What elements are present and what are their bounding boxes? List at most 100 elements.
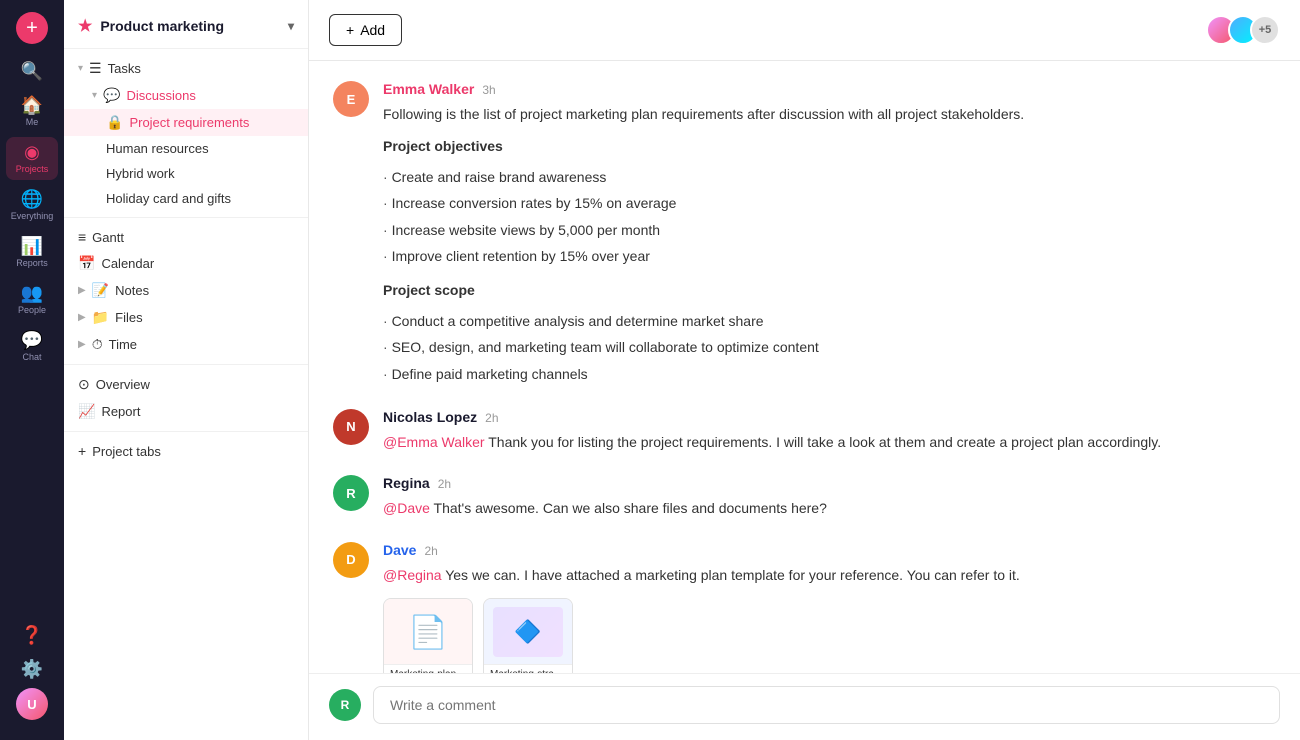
notes-label: Notes	[115, 283, 294, 298]
home-icon: 🏠	[21, 96, 43, 114]
search-discussion-icon[interactable]: 🔍	[279, 89, 294, 103]
nav-item-people[interactable]: 👥 People	[6, 278, 58, 321]
nav-item-me[interactable]: 🏠 Me	[6, 90, 58, 133]
holiday-card-label: Holiday card and gifts	[106, 191, 294, 206]
nav-item-chat-label: Chat	[22, 352, 41, 362]
files-icon: 📁	[92, 309, 109, 326]
notes-icon: 📝	[92, 282, 109, 299]
avatar-regina: R	[333, 475, 369, 511]
sidebar-item-human-resources[interactable]: Human resources	[64, 136, 308, 161]
nav-item-help[interactable]: ❓	[6, 620, 58, 650]
add-button[interactable]: + Add	[329, 14, 402, 46]
pdf-icon: 📄	[408, 613, 448, 651]
time-icon: ⏱	[92, 336, 103, 353]
overview-label: Overview	[96, 377, 294, 392]
sidebar-item-files[interactable]: ▶ 📁 Files	[64, 304, 308, 331]
project-tabs-label: Project tabs	[92, 444, 294, 459]
comment-input[interactable]	[373, 686, 1280, 724]
globe-icon: 🌐	[21, 190, 43, 208]
message-emma-walker: E Emma Walker 3h Following is the list o…	[333, 81, 1276, 387]
message-author-emma: Emma Walker	[383, 81, 474, 97]
files-chevron-icon: ▶	[78, 312, 86, 323]
project-tabs-icon: +	[78, 443, 86, 459]
nav-item-projects[interactable]: ◉ Projects	[6, 137, 58, 180]
sidebar-item-notes[interactable]: ▶ 📝 Notes	[64, 277, 308, 304]
message-text-dave: @Regina Yes we can. I have attached a ma…	[383, 564, 1276, 586]
icon-nav-bottom: ❓ ⚙️ U	[6, 620, 58, 728]
attachment-footer-2: Marketing-stra... Proof this file 2h	[484, 664, 572, 673]
sidebar-item-project-tabs[interactable]: + Project tabs	[64, 438, 308, 464]
sidebar-item-project-requirements[interactable]: 🔒 Project requirements	[64, 109, 308, 136]
sidebar-item-report[interactable]: 📈 Report	[64, 398, 308, 425]
user-avatar[interactable]: U	[16, 688, 48, 720]
projects-icon: ◉	[24, 143, 40, 161]
sidebar-item-hybrid-work[interactable]: Hybrid work	[64, 161, 308, 186]
sidebar-item-time[interactable]: ▶ ⏱ Time	[64, 331, 308, 358]
mention-emma: @Emma Walker	[383, 434, 485, 450]
avatar-nicolas: N	[333, 409, 369, 445]
tasks-icon: ☰	[89, 60, 102, 77]
calendar-label: Calendar	[101, 256, 294, 271]
project-name: Product marketing	[100, 18, 224, 34]
divider-3	[64, 431, 308, 432]
message-content-nicolas: Nicolas Lopez 2h @Emma Walker Thank you …	[383, 409, 1276, 453]
main-header: + Add +5	[309, 0, 1300, 61]
sidebar-item-tasks[interactable]: ▾ ☰ Tasks	[64, 55, 308, 82]
nav-item-people-label: People	[18, 305, 46, 315]
sidebar-section-main: ▾ ☰ Tasks ▾ 💬 Discussions + ⊟ 🔍 🔒 Projec…	[64, 49, 308, 470]
message-header-dave: Dave 2h	[383, 542, 1276, 558]
avatar-dave: D	[333, 542, 369, 578]
project-requirements-label: Project requirements	[129, 115, 294, 130]
divider-2	[64, 364, 308, 365]
message-header-nicolas: Nicolas Lopez 2h	[383, 409, 1276, 425]
reports-icon: 📊	[21, 237, 43, 255]
discussion-area: E Emma Walker 3h Following is the list o…	[309, 61, 1300, 673]
message-time-regina: 2h	[438, 477, 451, 491]
sidebar-item-discussions[interactable]: ▾ 💬 Discussions + ⊟ 🔍	[64, 82, 308, 109]
message-text-emma: Following is the list of project marketi…	[383, 103, 1276, 387]
calendar-icon: 📅	[78, 255, 95, 272]
nav-item-chat[interactable]: 💬 Chat	[6, 325, 58, 368]
sidebar-item-gantt[interactable]: ≡ Gantt	[64, 224, 308, 250]
comment-avatar: R	[329, 689, 361, 721]
attachments: 📄 Marketing-plan... Proof this file 2h 🔷	[383, 598, 1276, 673]
sidebar: ★ Product marketing ▾ ▾ ☰ Tasks ▾ 💬 Disc…	[64, 0, 309, 740]
attachment-thumb-1: 📄	[384, 599, 472, 664]
message-text-regina: @Dave That's awesome. Can we also share …	[383, 497, 1276, 519]
message-regina: R Regina 2h @Dave That's awesome. Can we…	[333, 475, 1276, 519]
sidebar-item-holiday-card[interactable]: Holiday card and gifts	[64, 186, 308, 211]
divider-1	[64, 217, 308, 218]
discussions-label: Discussions	[126, 88, 248, 103]
nav-item-everything[interactable]: 🌐 Everything	[6, 184, 58, 227]
avatar-emma-walker: E	[333, 81, 369, 117]
time-chevron-icon: ▶	[78, 339, 86, 350]
people-icon: 👥	[21, 284, 43, 302]
attachment-card-2[interactable]: 🔷 Marketing-stra... Proof this file 2h	[483, 598, 573, 673]
add-new-button[interactable]: +	[16, 12, 48, 44]
add-button-plus-icon: +	[346, 22, 354, 38]
nav-item-reports[interactable]: 📊 Reports	[6, 231, 58, 274]
message-nicolas-lopez: N Nicolas Lopez 2h @Emma Walker Thank yo…	[333, 409, 1276, 453]
search-icon: 🔍	[21, 62, 43, 80]
sidebar-item-calendar[interactable]: 📅 Calendar	[64, 250, 308, 277]
add-discussion-icon[interactable]: +	[254, 89, 261, 103]
nav-item-settings[interactable]: ⚙️	[6, 654, 58, 684]
discussions-icon: 💬	[103, 87, 120, 104]
icon-nav: + 🔍 🏠 Me ◉ Projects 🌐 Everything 📊 Repor…	[0, 0, 64, 740]
gantt-label: Gantt	[92, 230, 294, 245]
nav-item-everything-label: Everything	[11, 211, 54, 221]
help-icon: ❓	[21, 626, 43, 644]
project-chevron-icon[interactable]: ▾	[288, 19, 294, 33]
mention-dave: @Dave	[383, 500, 430, 516]
gear-icon: ⚙️	[21, 660, 43, 678]
message-time-emma: 3h	[482, 83, 495, 97]
filter-discussion-icon[interactable]: ⊟	[265, 89, 275, 103]
message-header-regina: Regina 2h	[383, 475, 1276, 491]
nav-item-search[interactable]: 🔍	[6, 56, 58, 86]
attachment-card-1[interactable]: 📄 Marketing-plan... Proof this file 2h	[383, 598, 473, 673]
mention-regina: @Regina	[383, 567, 442, 583]
message-text-nicolas: @Emma Walker Thank you for listing the p…	[383, 431, 1276, 453]
honeycomb-icon: 🔷	[493, 607, 563, 657]
comment-input-row: R	[329, 686, 1280, 724]
sidebar-item-overview[interactable]: ⊙ Overview	[64, 371, 308, 398]
